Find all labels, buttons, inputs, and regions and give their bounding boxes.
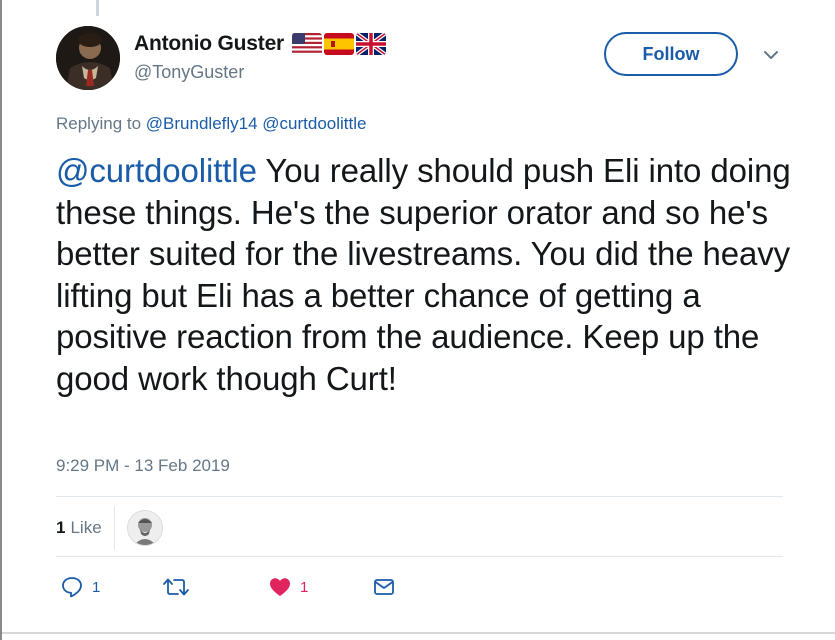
- tweet-timestamp[interactable]: 9:29 PM - 13 Feb 2019: [56, 456, 230, 476]
- avatar-portrait-icon: [56, 26, 120, 90]
- liker-portrait-icon: [127, 511, 162, 545]
- direct-message-action[interactable]: [372, 572, 396, 602]
- divider-top: [56, 496, 783, 497]
- reply-mention-curtdoolittle[interactable]: @curtdoolittle: [262, 114, 366, 133]
- chevron-down-icon[interactable]: [762, 48, 780, 62]
- uk-flag-icon: [356, 33, 387, 55]
- retweet-icon: [163, 578, 189, 596]
- liker-avatar[interactable]: [126, 510, 163, 546]
- author-name-row: Antonio Guster: [134, 32, 387, 56]
- likes-separator: [113, 506, 115, 550]
- divider-bottom: [56, 556, 783, 557]
- heart-icon: [270, 578, 290, 596]
- tweet-text: @curtdoolittle You really should push El…: [56, 150, 796, 399]
- thread-connector: [96, 0, 99, 16]
- envelope-icon: [374, 579, 394, 595]
- likes-count: 1: [56, 518, 66, 537]
- reply-mention-brundlefly14[interactable]: @Brundlefly14: [146, 114, 258, 133]
- flag-group: [292, 33, 387, 55]
- reply-action[interactable]: 1: [60, 572, 100, 602]
- author-handle[interactable]: @TonyGuster: [134, 62, 244, 83]
- tweet-card: Antonio Guster @TonyGuster Follow Replyi…: [0, 0, 835, 640]
- tweet-mention[interactable]: @curtdoolittle: [56, 152, 257, 189]
- replying-to-label: Replying to: [56, 114, 142, 133]
- spain-flag-icon: [324, 33, 355, 55]
- author-avatar[interactable]: [56, 26, 120, 90]
- reply-count: 1: [92, 578, 101, 596]
- tweet-header: Antonio Guster @TonyGuster Follow: [56, 26, 795, 90]
- reply-icon: [62, 577, 82, 598]
- replying-to: Replying to @Brundlefly14 @curtdoolittle: [56, 114, 367, 134]
- us-flag-icon: [292, 33, 323, 55]
- likes-summary[interactable]: 1 Like: [56, 506, 163, 550]
- card-bottom-border: [2, 632, 835, 634]
- likes-label: Like: [70, 518, 102, 537]
- author-display-name[interactable]: Antonio Guster: [134, 32, 284, 56]
- like-action[interactable]: 1: [268, 572, 308, 602]
- like-count: 1: [300, 578, 309, 596]
- retweet-action[interactable]: [162, 572, 198, 602]
- action-bar: 1 1: [56, 572, 416, 602]
- follow-button[interactable]: Follow: [604, 32, 738, 76]
